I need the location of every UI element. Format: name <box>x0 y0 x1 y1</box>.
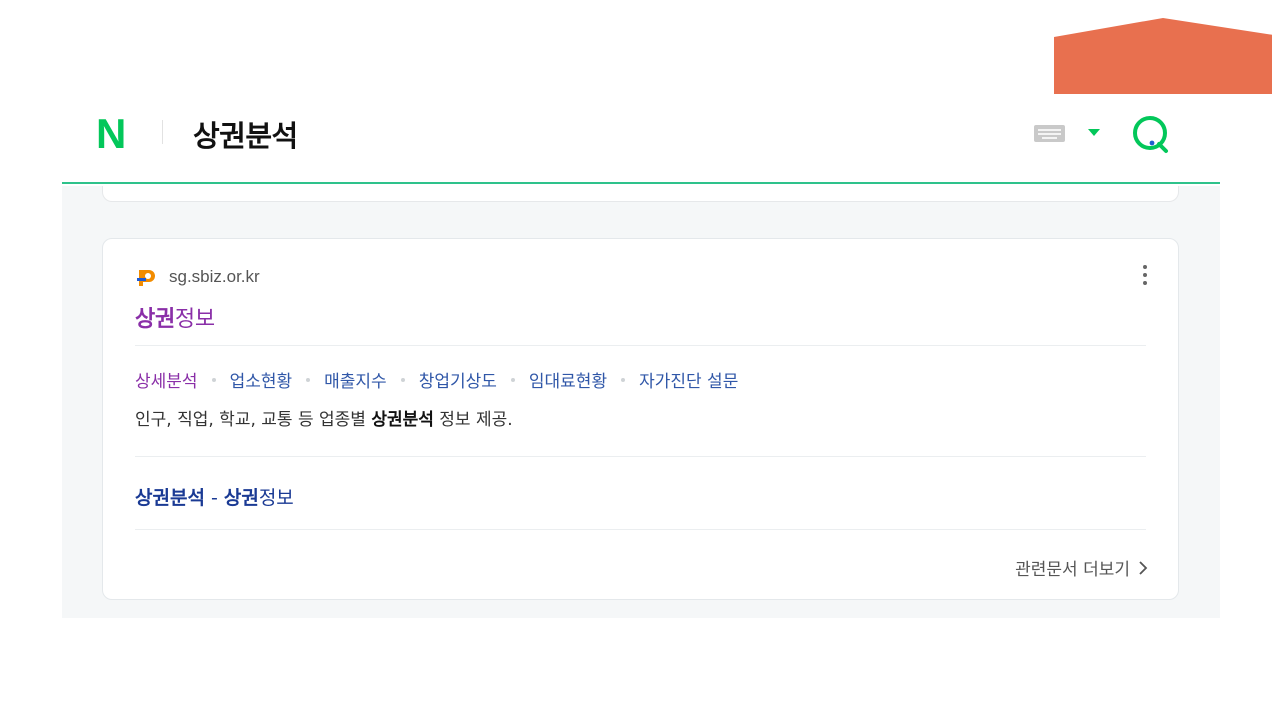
related-highlight: 상권 <box>223 487 259 509</box>
result-card: sg.sbiz.or.kr 상권정보 상세분석 업소현황 매출지수 창업기상도 … <box>102 238 1179 600</box>
more-docs-link[interactable]: 관련문서 더보기 <box>1015 555 1148 580</box>
separator-dot <box>306 377 311 382</box>
desc-highlight: 상권분석 <box>371 410 434 430</box>
related-sep: - <box>204 487 224 509</box>
divider <box>135 345 1146 346</box>
title-highlight: 상권 <box>135 307 175 332</box>
separator-dot <box>400 377 405 382</box>
previous-card-edge <box>102 186 1179 202</box>
related-rest: 정보 <box>258 487 294 509</box>
result-title-link[interactable]: 상권정보 <box>135 301 215 333</box>
desc-text-end: 정보 제공. <box>433 410 513 430</box>
search-results-area: sg.sbiz.or.kr 상권정보 상세분석 업소현황 매출지수 창업기상도 … <box>62 186 1220 618</box>
related-doc-link[interactable]: 상권분석 - 상권정보 <box>135 483 294 510</box>
keyboard-icon[interactable] <box>1034 125 1065 142</box>
sublink-self-diagnosis[interactable]: 자가진단 설문 <box>639 367 738 392</box>
sublink-detail-analysis[interactable]: 상세분석 <box>135 367 198 392</box>
search-icon[interactable] <box>1130 113 1174 155</box>
divider <box>135 529 1146 530</box>
search-query-text[interactable]: 상권분석 <box>193 113 298 155</box>
naver-logo[interactable]: N <box>96 113 136 155</box>
sublink-rent-status[interactable]: 임대료현황 <box>529 367 607 392</box>
desc-text: 인구, 직업, 학교, 교통 등 업종별 <box>135 410 372 430</box>
sublink-startup-weather[interactable]: 창업기상도 <box>419 367 497 392</box>
site-info[interactable]: sg.sbiz.or.kr <box>135 267 260 287</box>
search-header: N 상권분석 <box>62 96 1220 184</box>
separator-dot <box>510 377 515 382</box>
decorative-shape <box>1054 18 1272 94</box>
title-rest: 정보 <box>174 307 215 332</box>
separator-dot <box>211 377 216 382</box>
more-options-icon[interactable] <box>1142 265 1148 287</box>
more-docs-label: 관련문서 더보기 <box>1015 560 1130 580</box>
result-description: 인구, 직업, 학교, 교통 등 업종별 상권분석 정보 제공. <box>135 405 513 430</box>
chevron-right-icon <box>1139 560 1148 575</box>
sublinks: 상세분석 업소현황 매출지수 창업기상도 임대료현황 자가진단 설문 <box>135 367 738 392</box>
related-highlight: 상권분석 <box>135 487 205 509</box>
divider <box>135 456 1146 457</box>
sublink-business-status[interactable]: 업소현황 <box>230 367 293 392</box>
header-divider <box>162 120 163 144</box>
separator-dot <box>621 377 626 382</box>
site-url: sg.sbiz.or.kr <box>169 267 260 286</box>
sublink-sales-index[interactable]: 매출지수 <box>324 367 387 392</box>
dropdown-arrow-icon[interactable] <box>1088 129 1100 136</box>
sbiz-favicon-icon <box>137 270 155 286</box>
